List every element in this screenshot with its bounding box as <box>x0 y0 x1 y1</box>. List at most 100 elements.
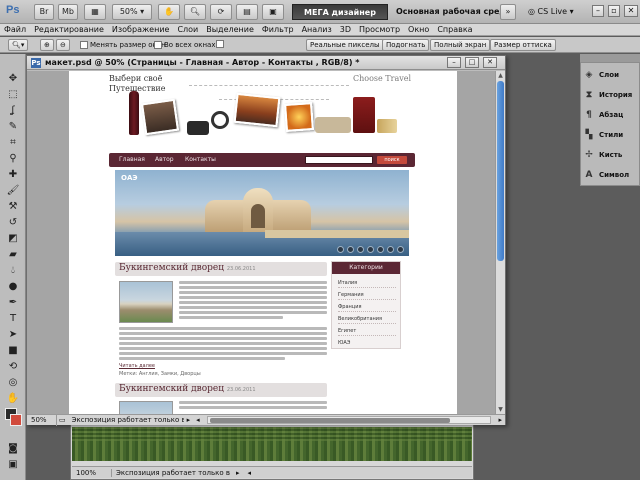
zoom-out-option[interactable]: ⊖ <box>56 39 70 51</box>
healing-brush-tool-icon[interactable]: ✚ <box>6 168 20 182</box>
menu-image[interactable]: Изображение <box>108 24 174 35</box>
rotate-view-button[interactable]: ⟳ <box>210 4 232 20</box>
category-link[interactable]: Египет <box>338 326 396 336</box>
panel-brush[interactable]: ✢ Кисть <box>583 145 639 165</box>
scroll-left-icon[interactable]: ◂ <box>244 469 256 477</box>
brush-tool-icon[interactable]: 🖌︎ <box>6 184 20 198</box>
document-canvas[interactable]: Выбери своё Путешествие Choose Travel Гл… <box>27 71 495 414</box>
scroll-down-icon[interactable]: ▼ <box>496 405 505 414</box>
doc-close-button[interactable]: ✕ <box>483 57 497 68</box>
site-search-button[interactable]: поиск <box>377 156 407 164</box>
zoom-field[interactable]: 50% <box>27 414 57 426</box>
clone-stamp-tool-icon[interactable]: ⚒ <box>6 200 20 214</box>
menu-help[interactable]: Справка <box>433 24 476 35</box>
bridge-button[interactable]: Br <box>34 4 54 20</box>
category-link[interactable]: Италия <box>338 278 396 288</box>
site-search-input[interactable] <box>305 156 373 164</box>
tool-preset-picker[interactable]: 🔍︎▾ <box>8 39 29 51</box>
menu-window[interactable]: Окно <box>404 24 433 35</box>
menu-3d[interactable]: 3D <box>336 24 355 35</box>
panel-history[interactable]: ⧗ История <box>583 85 639 105</box>
scroll-left-icon[interactable]: ◂ <box>193 416 203 424</box>
slider-dot[interactable] <box>377 246 384 253</box>
3d-orbit-tool-icon[interactable]: ◎ <box>6 376 20 390</box>
marquee-tool-icon[interactable]: ⬚ <box>6 88 20 102</box>
menu-select[interactable]: Выделение <box>202 24 258 35</box>
gradient-tool-icon[interactable]: ▰ <box>6 248 20 262</box>
article-title[interactable]: Букингемский дворец 23.06.2011 <box>119 263 256 273</box>
scrubby-zoom-checkbox[interactable] <box>216 40 224 48</box>
status-menu-icon[interactable]: ▸ <box>184 416 194 424</box>
panel-dock-header[interactable] <box>580 54 640 62</box>
category-link[interactable]: Великобритания <box>338 314 396 324</box>
eyedropper-tool-icon[interactable]: ⚲ <box>6 152 20 166</box>
document-title-bar[interactable]: Ps макет.psd @ 50% (Страницы - Главная -… <box>27 56 505 70</box>
article-title[interactable]: Букингемский дворец 23.06.2011 <box>119 384 256 394</box>
category-link[interactable]: Германия <box>338 290 396 300</box>
status-menu-icon[interactable]: ▸ <box>232 469 244 477</box>
hand-tool-button[interactable]: ✋ <box>158 4 180 20</box>
scrollbar-thumb[interactable] <box>497 81 504 261</box>
blur-tool-icon[interactable]: 💧︎ <box>6 264 20 278</box>
zoom-tool-button[interactable]: 🔍︎ <box>184 4 206 20</box>
hand-tool-icon[interactable]: ✋ <box>6 392 20 406</box>
scrollbar-thumb[interactable] <box>209 418 450 423</box>
nav-author[interactable]: Автор <box>155 155 174 165</box>
slider-dot[interactable] <box>357 246 364 253</box>
fit-screen-button[interactable]: Подогнать <box>382 39 430 51</box>
workspace-more-button[interactable]: » <box>500 4 516 20</box>
slider-dot[interactable] <box>397 246 404 253</box>
shape-tool-icon[interactable]: ■ <box>6 344 20 358</box>
category-link[interactable]: ЮАЭ <box>338 338 396 348</box>
eraser-tool-icon[interactable]: ◩ <box>6 232 20 246</box>
menu-edit[interactable]: Редактирование <box>30 24 108 35</box>
minimize-button[interactable]: – <box>592 5 604 17</box>
zoom-field[interactable]: 100% <box>72 468 112 477</box>
zoom-in-option[interactable]: ⊕ <box>40 39 54 51</box>
quick-mask-icon[interactable]: ◙ <box>6 442 20 456</box>
restore-button[interactable]: ▫ <box>608 5 620 17</box>
crop-tool-icon[interactable]: ⌗ <box>6 136 20 150</box>
arrange-documents-button[interactable]: ▤ <box>236 4 258 20</box>
category-link[interactable]: Франция <box>338 302 396 312</box>
history-brush-tool-icon[interactable]: ↺ <box>6 216 20 230</box>
fill-screen-button[interactable]: Полный экран <box>430 39 491 51</box>
screen-mode-icon[interactable]: ▣ <box>6 458 20 472</box>
slider-dot[interactable] <box>367 246 374 253</box>
workspace-button-custom[interactable]: МЕГА дизайнер Лёха=) <box>292 4 388 33</box>
doc-minimize-button[interactable]: – <box>447 57 461 68</box>
article-thumbnail[interactable] <box>119 281 173 323</box>
panel-layers[interactable]: ◈ Слои <box>583 65 639 85</box>
nav-contacts[interactable]: Контакты <box>185 155 216 165</box>
menu-filter[interactable]: Фильтр <box>258 24 298 35</box>
background-color-swatch[interactable] <box>10 414 22 426</box>
dodge-tool-icon[interactable]: ● <box>6 280 20 294</box>
scroll-up-icon[interactable]: ▲ <box>496 71 505 80</box>
quick-select-tool-icon[interactable]: ✎ <box>6 120 20 134</box>
path-selection-tool-icon[interactable]: ➤ <box>6 328 20 342</box>
vertical-scrollbar[interactable]: ▲ ▼ <box>495 71 505 414</box>
scroll-right-icon[interactable]: ▸ <box>495 416 505 424</box>
slider-dot[interactable] <box>387 246 394 253</box>
menu-layers[interactable]: Слои <box>173 24 202 35</box>
all-windows-checkbox[interactable]: Во всех окнах <box>154 40 215 50</box>
view-extras-button[interactable]: ▦ <box>84 4 106 20</box>
menu-view[interactable]: Просмотр <box>355 24 404 35</box>
slider-dot[interactable] <box>347 246 354 253</box>
move-tool-icon[interactable]: ✥ <box>6 72 20 86</box>
workspace-essentials[interactable]: Основная рабочая среда <box>396 4 511 20</box>
actual-pixels-button[interactable]: Реальные пикселы <box>306 39 384 51</box>
cs-live-menu[interactable]: ◎ CS Live ▾ <box>528 4 574 20</box>
type-tool-icon[interactable]: T <box>6 312 20 326</box>
article-thumbnail[interactable] <box>119 401 173 414</box>
background-document-window[interactable]: 100% Экспозиция работает только в ... ▸ … <box>70 416 474 480</box>
print-size-button[interactable]: Размер оттиска <box>490 39 556 51</box>
panel-character[interactable]: A Символ <box>583 165 639 185</box>
3d-rotate-tool-icon[interactable]: ⟲ <box>6 360 20 374</box>
pen-tool-icon[interactable]: ✒ <box>6 296 20 310</box>
panel-styles[interactable]: ▚ Стили <box>583 125 639 145</box>
nav-home[interactable]: Главная <box>119 155 145 165</box>
menu-analysis[interactable]: Анализ <box>298 24 336 35</box>
resize-windows-checkbox[interactable]: Менять размер окон <box>80 40 166 50</box>
doc-maximize-button[interactable]: □ <box>465 57 479 68</box>
